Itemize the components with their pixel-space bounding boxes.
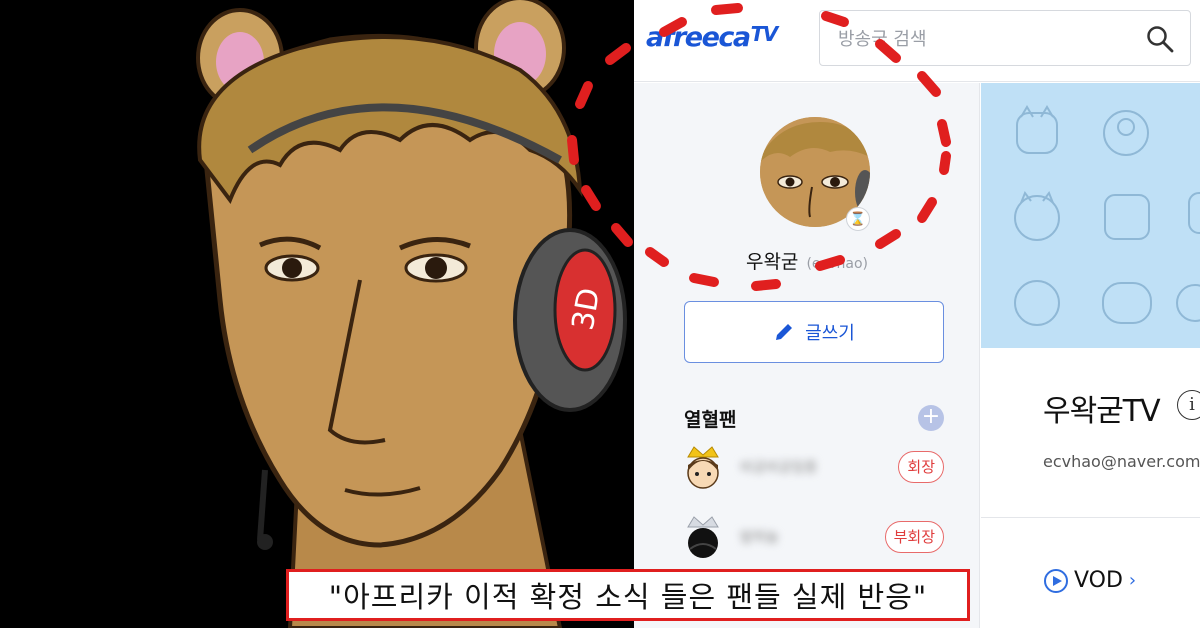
pencil-icon bbox=[776, 324, 793, 340]
character-illustration: 3D bbox=[0, 0, 634, 628]
woowakgood-portrait: 3D bbox=[196, 0, 627, 628]
search-box bbox=[819, 10, 1191, 66]
vod-label: VOD bbox=[1074, 568, 1123, 593]
fan-name: 밤하늘 bbox=[740, 530, 779, 546]
streamer-name: 우왁굳 bbox=[745, 251, 799, 273]
banner-pattern bbox=[1014, 105, 1200, 326]
logo-text: afreeca bbox=[646, 22, 751, 53]
fan-role-badge: 회장 bbox=[898, 451, 944, 483]
fan-role-badge: 부회장 bbox=[884, 521, 944, 553]
afreecatv-logo[interactable]: afreecaTV bbox=[646, 22, 779, 53]
fan-avatar bbox=[687, 516, 719, 558]
top-header: afreecaTV bbox=[634, 0, 1200, 82]
top-fans-title: 열혈팬 bbox=[684, 409, 737, 431]
search-icon[interactable] bbox=[1146, 25, 1174, 53]
add-fan-button[interactable]: + bbox=[918, 405, 944, 431]
info-icon[interactable]: i bbox=[1177, 390, 1200, 420]
channel-info: 우왁굳TV i ecvhao@naver.com bbox=[981, 348, 1200, 518]
hourglass-icon[interactable]: ⌛ bbox=[846, 207, 870, 231]
streamer-id: (ecvhao) bbox=[806, 256, 869, 272]
write-post-label: 글쓰기 bbox=[805, 323, 855, 344]
chevron-right-icon: › bbox=[1128, 570, 1137, 591]
search-input[interactable] bbox=[838, 25, 1138, 53]
station-name: 우왁굳 (ecvhao) bbox=[634, 247, 980, 274]
logo-tv: TV bbox=[750, 22, 779, 46]
svg-text:3D: 3D bbox=[566, 285, 608, 333]
fan-name: 비공비공임중 bbox=[740, 460, 818, 476]
channel-title: 우왁굳TV bbox=[1043, 394, 1161, 429]
headline-caption: "아프리카 이적 확정 소식 들은 팬들 실제 반응" bbox=[286, 569, 970, 621]
station-sidebar: ⌛ 우왁굳 (ecvhao) 글쓰기 열혈팬 + 비공비공임중 회장 밤하늘 부… bbox=[634, 83, 980, 628]
channel-email: ecvhao@naver.com bbox=[1043, 452, 1200, 471]
fan-list-item[interactable]: 비공비공임중 회장 bbox=[684, 441, 944, 497]
write-post-button[interactable]: 글쓰기 bbox=[684, 301, 944, 363]
vod-menu-item[interactable]: VOD › bbox=[1044, 568, 1136, 593]
fan-list-item[interactable]: 밤하늘 부회장 bbox=[684, 511, 944, 567]
station-banner bbox=[981, 83, 1200, 348]
fan-avatar bbox=[687, 446, 719, 489]
afreecatv-station-page: afreecaTV ⌛ 우왁굳 (ecvha bbox=[634, 0, 1200, 628]
play-circle-icon bbox=[1044, 568, 1068, 593]
